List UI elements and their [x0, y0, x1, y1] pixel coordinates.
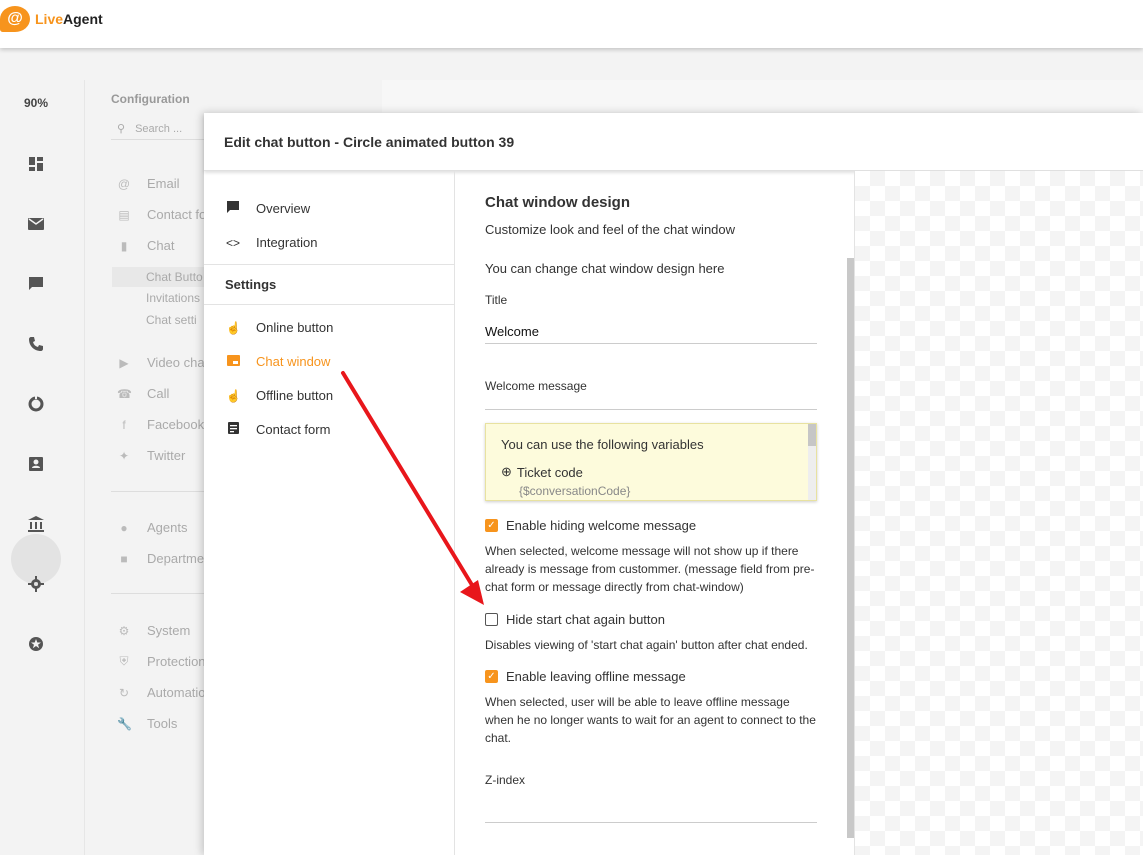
welcome-message-input[interactable]: [485, 389, 817, 410]
nav-offline-button[interactable]: ☝ Offline button: [226, 388, 333, 403]
intro-text: You can change chat window design here: [485, 261, 725, 276]
code-icon: <>: [226, 235, 241, 250]
star-badge-icon[interactable]: [22, 630, 50, 658]
config-item-system[interactable]: ⚙ System: [117, 623, 191, 638]
variables-scrollbar[interactable]: [808, 424, 816, 500]
config-item-facebook[interactable]: f Facebook: [117, 417, 204, 432]
refresh-icon: ↻: [118, 685, 130, 700]
at-icon: @: [117, 176, 131, 191]
nav-contact-form[interactable]: Contact form: [226, 422, 330, 437]
config-item-call[interactable]: ☎ Call: [117, 386, 169, 401]
config-item-agents[interactable]: ● Agents: [117, 520, 187, 535]
modal-nav: Overview <> Integration Settings ☝ Onlin…: [204, 171, 455, 855]
bank-icon[interactable]: [22, 510, 50, 538]
gear-icon[interactable]: [22, 570, 50, 598]
config-sub-invitations[interactable]: Invitations: [146, 291, 200, 305]
config-item-email[interactable]: @ Email: [117, 176, 180, 191]
zoom-level[interactable]: 90%: [0, 96, 72, 110]
hide-start-chat-row[interactable]: Hide start chat again button: [485, 612, 665, 627]
dashboard-icon[interactable]: [22, 150, 50, 178]
chat-window-preview: [855, 171, 1143, 855]
chat-icon[interactable]: [22, 270, 50, 298]
config-item-video-chat[interactable]: ▶ Video cha: [117, 355, 204, 370]
z-index-label: Z-index: [485, 773, 526, 787]
enable-hiding-checkbox[interactable]: ✓: [485, 519, 498, 532]
hide-start-chat-description: Disables viewing of 'start chat again' b…: [485, 638, 808, 652]
liveagent-logo[interactable]: @ LiveAgent: [0, 6, 103, 32]
variables-box: You can use the following variables ⊕ Ti…: [485, 423, 817, 501]
video-icon: ▶: [119, 355, 129, 370]
phone-icon: ☎: [117, 386, 132, 401]
twitter-icon: ✦: [118, 448, 130, 463]
form-icon: [226, 422, 240, 437]
config-sub-chat-buttons[interactable]: Chat Butto: [112, 267, 212, 287]
config-sub-chat-settings[interactable]: Chat setti: [146, 313, 197, 327]
folder-icon: ■: [120, 551, 128, 566]
logo-text-live: Live: [35, 11, 64, 27]
variable-code: {$conversationCode}: [519, 484, 631, 498]
gear-icon: ⚙: [118, 623, 130, 638]
modal-header: Edit chat button - Circle animated butto…: [204, 113, 1143, 171]
config-divider: [111, 491, 211, 492]
nav-separator: [204, 264, 454, 265]
enable-offline-message-checkbox[interactable]: ✓: [485, 670, 498, 683]
config-item-protection[interactable]: ⛨ Protection: [117, 654, 205, 669]
chat-icon: [226, 201, 240, 216]
section-heading: Chat window design: [485, 194, 630, 211]
section-subheading: Customize look and feel of the chat wind…: [485, 222, 736, 237]
nav-separator: [204, 304, 454, 305]
enable-hiding-welcome-row[interactable]: ✓ Enable hiding welcome message: [485, 518, 696, 533]
nav-chat-window[interactable]: Chat window: [226, 354, 330, 369]
shield-icon: ⛨: [119, 654, 129, 668]
hide-start-chat-checkbox[interactable]: [485, 613, 498, 626]
add-circle-icon: ⊕: [501, 464, 512, 479]
z-index-input[interactable]: [485, 801, 817, 823]
logo-icon: @: [0, 6, 30, 32]
enable-hiding-description: When selected, welcome message will not …: [485, 544, 815, 594]
nav-online-button[interactable]: ☝ Online button: [226, 320, 333, 335]
config-divider: [111, 593, 211, 594]
config-item-automation[interactable]: ↻ Automatio: [117, 685, 206, 700]
top-bar: @ LiveAgent: [0, 0, 1143, 48]
nav-settings-heading: Settings: [225, 277, 277, 292]
nav-overview[interactable]: Overview: [226, 201, 310, 216]
agents-icon: ●: [120, 520, 128, 535]
variables-title: You can use the following variables: [501, 437, 704, 452]
form-icon: ▤: [118, 207, 130, 222]
modal-title: Edit chat button - Circle animated butto…: [224, 134, 515, 150]
config-item-tools[interactable]: 🔧 Tools: [117, 716, 177, 731]
phone-icon[interactable]: [22, 330, 50, 358]
facebook-icon: f: [122, 417, 126, 432]
title-input[interactable]: Welcome: [485, 324, 817, 344]
mail-icon[interactable]: [22, 210, 50, 238]
content-scrollbar[interactable]: [847, 258, 854, 838]
variable-ticket-code[interactable]: ⊕ Ticket code: [501, 464, 583, 480]
enable-offline-message-description: When selected, user will be able to leav…: [485, 695, 816, 745]
title-label: Title: [485, 293, 508, 307]
config-item-twitter[interactable]: ✦ Twitter: [117, 448, 185, 463]
reports-icon[interactable]: [22, 390, 50, 418]
chat-window-icon: [226, 354, 240, 369]
edit-chat-button-modal: Edit chat button - Circle animated butto…: [204, 113, 1143, 855]
config-item-contact-form[interactable]: ▤ Contact fo: [117, 207, 206, 222]
search-icon: ⚲: [117, 123, 126, 135]
search-placeholder: Search ...: [135, 122, 183, 135]
config-item-chat[interactable]: ▮ Chat: [117, 238, 175, 253]
hand-pointer-icon: ☝: [226, 320, 241, 335]
chat-window-settings: Chat window design Customize look and fe…: [455, 171, 855, 855]
hand-pointer-icon: ☝: [226, 388, 241, 403]
logo-text-agent: Agent: [63, 11, 103, 27]
config-item-departments[interactable]: ■ Departme: [117, 551, 204, 566]
configuration-title: Configuration: [111, 92, 190, 106]
contacts-icon[interactable]: [22, 450, 50, 478]
chat-icon: ▮: [120, 238, 128, 253]
wrench-icon: 🔧: [117, 716, 132, 731]
nav-integration[interactable]: <> Integration: [226, 235, 317, 250]
enable-offline-message-row[interactable]: ✓ Enable leaving offline message: [485, 669, 686, 684]
